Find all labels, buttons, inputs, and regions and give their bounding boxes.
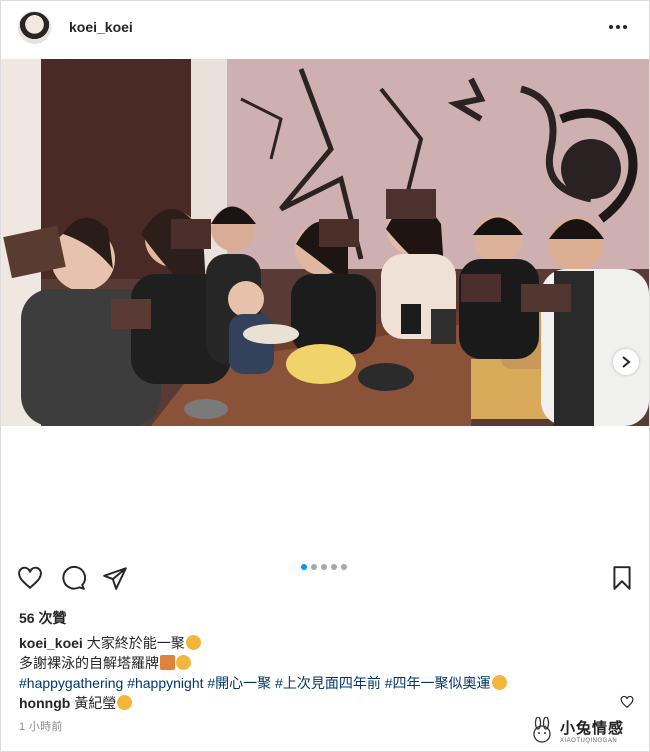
rabbit-logo-icon — [533, 717, 551, 743]
comment-like-heart-icon[interactable] — [620, 695, 634, 709]
smiling-hearts-emoji-icon — [185, 635, 201, 650]
caption-username[interactable]: koei_koei — [19, 635, 83, 651]
gift-emoji-icon — [160, 655, 175, 670]
post-timestamp[interactable]: 1 小時前 — [19, 718, 63, 734]
comment-icon[interactable] — [60, 565, 86, 591]
heart-eyes-emoji-icon — [117, 695, 133, 710]
comment: honngb 黃紀瑩 — [19, 693, 133, 713]
watermark: 小兔情感 XIAOTUQINGGAN — [529, 713, 639, 747]
watermark-en: XIAOTUQINGGAN — [560, 737, 618, 744]
comment-username[interactable]: honngb — [19, 695, 70, 711]
hashtags[interactable]: #happygathering #happynight #開心一聚 #上次見面四… — [19, 675, 491, 691]
comment-text: 黃紀瑩 — [74, 695, 117, 711]
carousel-dot — [341, 564, 347, 570]
post-username[interactable]: koei_koei — [69, 19, 133, 35]
post-photo[interactable] — [1, 59, 649, 426]
carousel-dot — [301, 564, 307, 570]
more-options-icon[interactable] — [606, 15, 630, 39]
post-header: koei_koei — [1, 1, 649, 56]
heart-icon[interactable] — [17, 565, 43, 591]
next-arrow-icon[interactable] — [613, 349, 639, 375]
carousel-dot — [331, 564, 337, 570]
avatar[interactable] — [18, 11, 51, 44]
bookmark-icon[interactable] — [609, 565, 635, 591]
carousel-indicator — [301, 564, 347, 570]
like-count[interactable]: 56 次贊 — [19, 608, 66, 628]
laughing-emoji-icon — [491, 675, 507, 690]
smile-emoji-icon — [176, 655, 191, 670]
share-icon[interactable] — [102, 565, 128, 591]
caption-line-1: 大家終於能一聚 — [86, 635, 185, 651]
watermark-cn: 小兔情感 — [560, 719, 625, 737]
carousel-dot — [321, 564, 327, 570]
caption: koei_koei 大家終於能一聚 多謝裸泳的自解塔羅牌 #happygathe… — [19, 633, 619, 693]
caption-line-2: 多謝裸泳的自解塔羅牌 — [19, 655, 159, 671]
instagram-post: koei_koei 56 次贊 koei_koei 大家終於能一聚 多謝裸泳的自… — [0, 0, 650, 752]
carousel-dot — [311, 564, 317, 570]
